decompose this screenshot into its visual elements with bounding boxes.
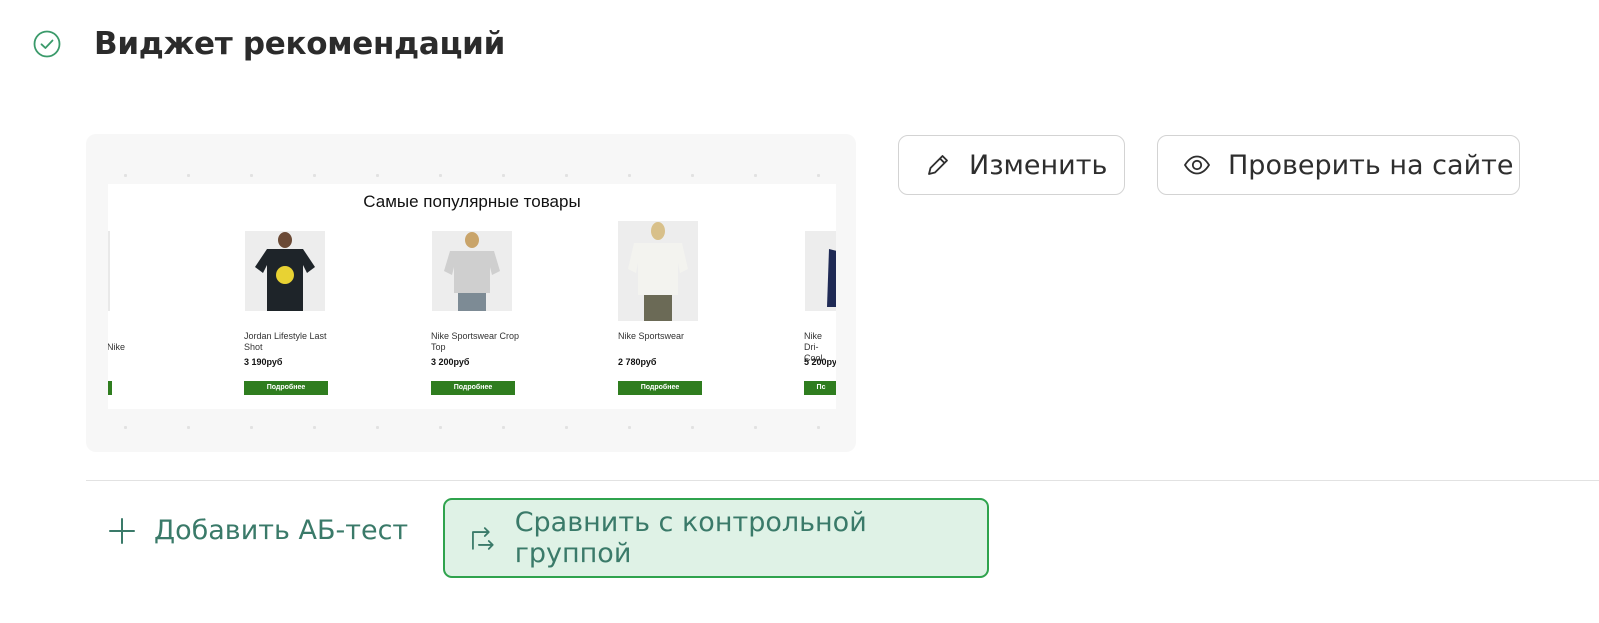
widget-title: Самые популярные товары: [363, 192, 581, 211]
compare-control-group-label: Сравнить с контрольной группой: [514, 507, 867, 569]
add-ab-test-label: Добавить АБ-тест: [154, 515, 409, 546]
product-details-button[interactable]: ее: [108, 381, 112, 395]
product-name: Nike Sportswear: [618, 331, 685, 341]
product-price: 3 200руб: [431, 357, 470, 367]
compare-arrows-icon: [472, 527, 494, 550]
check-circle-icon: [33, 30, 61, 58]
product-details-button[interactable]: Подробнее: [244, 381, 328, 395]
widget-carousel: Самые популярные товары s Nike ее: [108, 184, 836, 409]
edit-button-label: Изменить: [969, 149, 1108, 181]
divider: [86, 480, 1599, 481]
product-name: s Nike: [108, 342, 126, 352]
pencil-icon: [928, 155, 948, 175]
section-header: Виджет рекомендаций: [32, 26, 505, 62]
product-details-button[interactable]: Подробнее: [618, 381, 702, 395]
add-ab-test-button[interactable]: Добавить АБ-тест: [108, 515, 408, 546]
product-price: 2 780руб: [618, 357, 657, 367]
product-name: Nike Sportswear Crop Top: [431, 331, 520, 352]
product-details-button[interactable]: Подробнее: [431, 381, 515, 395]
product-price: 5 200руб: [804, 357, 836, 367]
recommendation-widget-page: Виджет рекомендаций Самые популярные тов…: [0, 0, 1599, 623]
check-on-site-button[interactable]: Проверить на сайте: [1157, 135, 1520, 195]
compare-control-group-button[interactable]: Сравнить с контрольной группой: [443, 498, 989, 578]
product-image: [108, 231, 110, 311]
product-image: [618, 221, 698, 321]
product-image: [245, 231, 325, 311]
plus-icon: [109, 517, 135, 544]
widget-preview: Самые популярные товары s Nike ее: [86, 134, 856, 452]
product-price: 3 190руб: [244, 357, 283, 367]
check-on-site-label: Проверить на сайте: [1228, 149, 1514, 181]
page-title: Виджет рекомендаций: [94, 26, 506, 62]
product-details-button[interactable]: Пс: [804, 381, 836, 395]
product-image: [432, 231, 512, 311]
product-image: [805, 231, 836, 311]
product-name: Jordan Lifestyle Last Shot: [244, 331, 327, 352]
eye-icon: [1183, 155, 1211, 175]
edit-button[interactable]: Изменить: [898, 135, 1125, 195]
